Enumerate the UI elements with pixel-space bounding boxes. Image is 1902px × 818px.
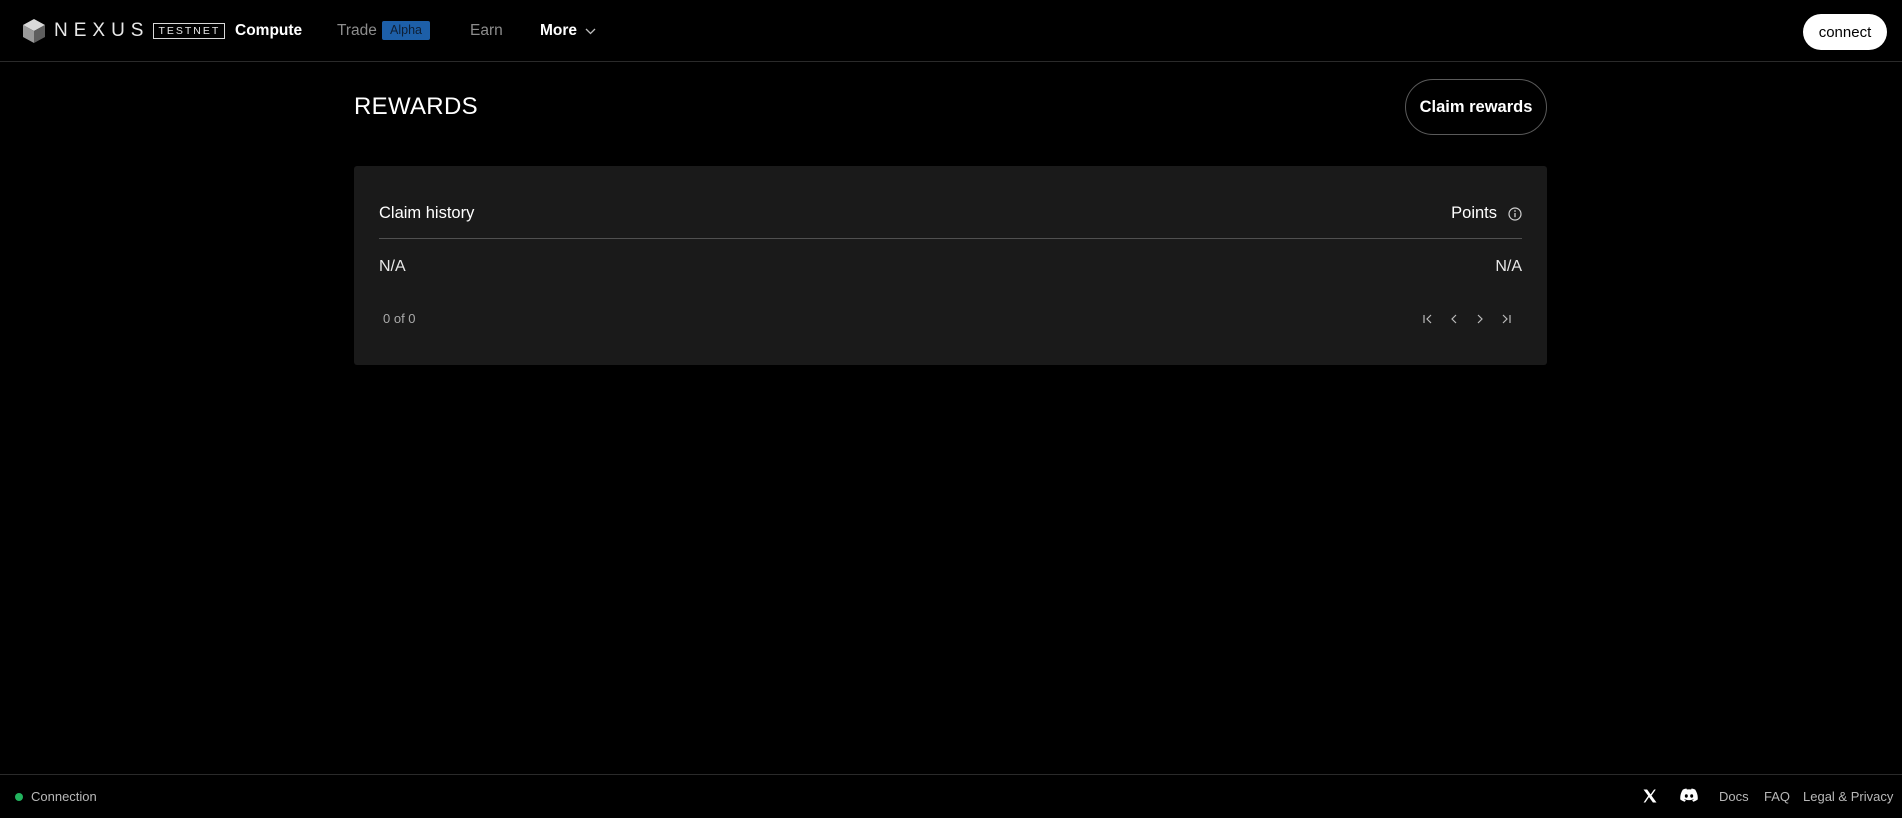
alpha-badge: Alpha	[382, 21, 430, 40]
connection-status: Connection	[15, 789, 97, 804]
connection-status-label: Connection	[31, 789, 97, 804]
connect-button[interactable]: connect	[1803, 14, 1887, 50]
testnet-badge: TESTNET	[153, 23, 226, 39]
cube-logo-icon	[23, 19, 45, 43]
footer-link-legal-privacy[interactable]: Legal & Privacy	[1803, 789, 1893, 804]
info-icon[interactable]	[1508, 206, 1522, 221]
first-page-icon[interactable]	[1415, 310, 1441, 328]
footer-link-faq[interactable]: FAQ	[1764, 789, 1790, 804]
brand-name: NEXUS	[54, 20, 150, 41]
nav-more-dropdown[interactable]: More	[540, 22, 596, 40]
claim-history-panel: Claim history Points N/A N/A 0 of 0	[354, 166, 1547, 365]
column-points-label: Points	[1451, 204, 1497, 222]
table-row: N/A N/A	[379, 258, 1522, 282]
pagination-controls	[1415, 310, 1519, 328]
pagination-count: 0 of 0	[383, 311, 416, 326]
nav-compute[interactable]: Compute	[235, 22, 302, 40]
points-cell: N/A	[1495, 258, 1522, 275]
next-page-icon[interactable]	[1467, 310, 1493, 328]
table-header: Claim history Points	[379, 204, 1522, 239]
nav-more-label: More	[540, 22, 578, 39]
footer: Connection Docs FAQ Legal & Privacy	[0, 774, 1902, 818]
top-navigation-bar: NEXUS TESTNET Compute Trade Alpha Earn M…	[0, 0, 1902, 62]
claim-rewards-button[interactable]: Claim rewards	[1405, 79, 1547, 135]
discord-icon[interactable]	[1680, 788, 1698, 807]
status-dot	[15, 792, 23, 801]
column-points: Points	[1451, 204, 1522, 223]
column-claim-history: Claim history	[379, 204, 475, 222]
previous-page-icon[interactable]	[1441, 310, 1467, 328]
nexus-logo[interactable]: NEXUS TESTNET	[22, 18, 226, 44]
nav-trade[interactable]: Trade	[337, 22, 377, 40]
last-page-icon[interactable]	[1493, 310, 1519, 328]
nav-earn[interactable]: Earn	[470, 22, 503, 40]
footer-link-docs[interactable]: Docs	[1719, 789, 1749, 804]
x-icon[interactable]	[1642, 788, 1658, 809]
page-title: REWARDS	[354, 93, 478, 120]
chevron-down-icon	[585, 28, 596, 34]
claim-history-cell: N/A	[379, 258, 406, 275]
